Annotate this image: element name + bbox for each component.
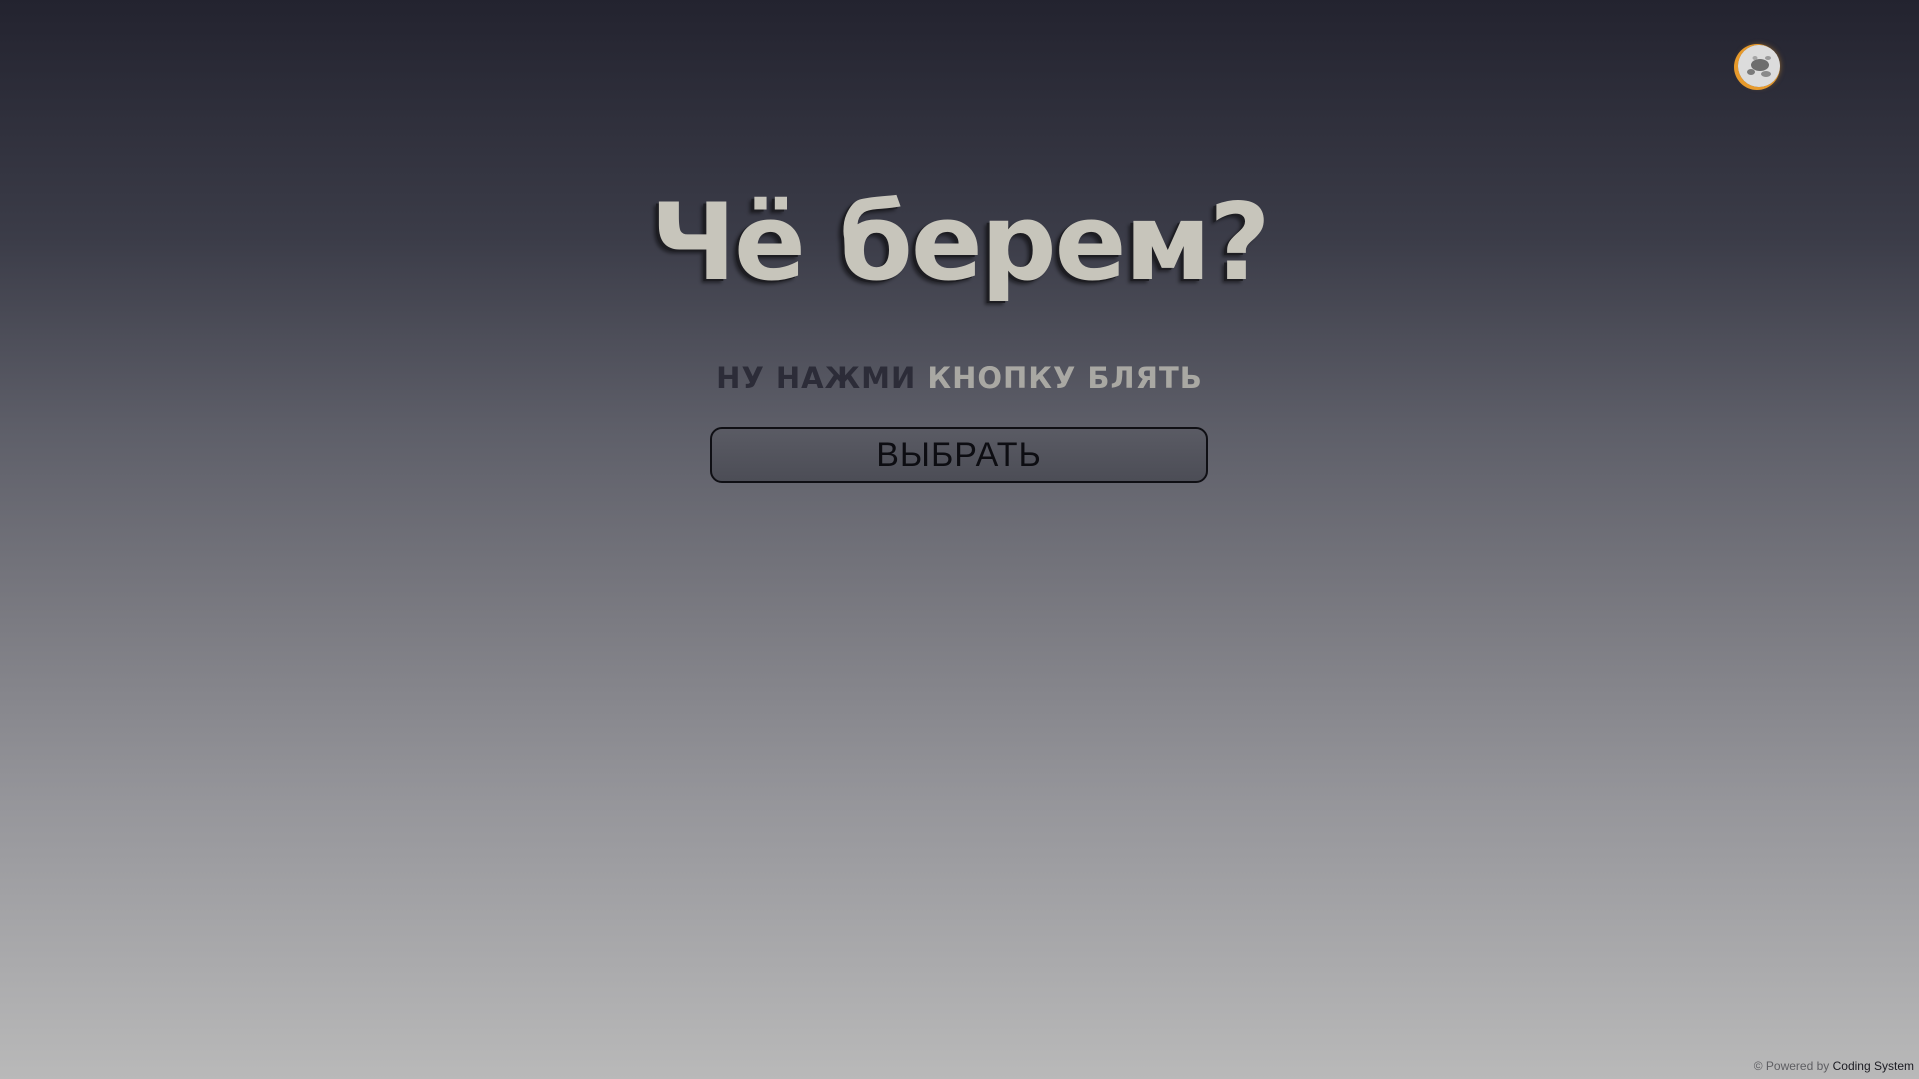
subtitle: НУ НАЖМИ КНОПКУ БЛЯТЬ (0, 358, 1919, 398)
theme-toggle-button[interactable] (1738, 45, 1780, 87)
footer-brand-link[interactable]: Coding System (1833, 1059, 1914, 1073)
subtitle-part-light: КНОПКУ БЛЯТЬ (927, 361, 1203, 395)
subtitle-part-dark: НУ НАЖМИ (716, 361, 917, 395)
choose-button[interactable]: ВЫБРАТЬ (710, 427, 1208, 483)
moon-icon (1738, 45, 1780, 87)
footer-credit: © Powered by Coding System (1754, 1058, 1914, 1074)
page-title: Чё берем? (650, 181, 1270, 304)
footer-prefix: © Powered by (1753, 1059, 1830, 1073)
